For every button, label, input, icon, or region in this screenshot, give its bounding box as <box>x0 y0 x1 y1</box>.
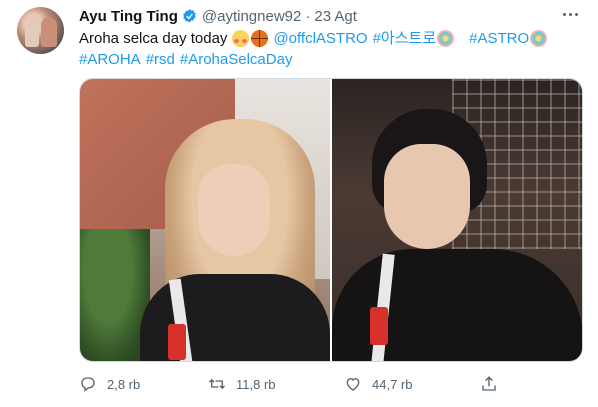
like-count: 44,7 rb <box>372 376 413 392</box>
reply-button[interactable]: 2,8 rb <box>79 372 140 396</box>
retweet-icon <box>209 378 225 390</box>
media-grid <box>79 78 583 362</box>
display-name[interactable]: Ayu Ting Ting <box>79 8 178 25</box>
photo-person <box>332 249 582 361</box>
hashtag-link[interactable]: #rsd <box>146 49 175 70</box>
handle[interactable]: @aytingnew92 <box>202 8 301 25</box>
share-icon <box>482 376 496 391</box>
avatar-figure <box>25 21 39 47</box>
retweet-button[interactable]: 11,8 rb <box>208 372 276 396</box>
flower-icon <box>530 30 548 47</box>
tweet-text: Aroha selca day today @offclASTRO #아스트로 … <box>79 28 579 70</box>
verified-badge-icon <box>183 8 196 23</box>
reply-count: 2,8 rb <box>107 376 141 392</box>
photo-detail <box>168 324 186 360</box>
tweet[interactable]: Ayu Ting Ting @aytingnew92 · 23 Agt Aroh… <box>0 0 598 407</box>
more-options-icon[interactable] <box>558 4 582 24</box>
share-button[interactable] <box>480 372 508 396</box>
reply-icon <box>81 377 95 392</box>
hashtag-link[interactable]: #ASTRO <box>469 28 529 49</box>
smiling-face-with-hearts-icon <box>232 30 250 47</box>
flower-icon <box>437 30 455 47</box>
photo-detail <box>370 307 388 345</box>
retweet-count: 11,8 rb <box>236 376 276 392</box>
heart-icon <box>346 378 360 391</box>
timestamp[interactable]: 23 Agt <box>314 8 357 25</box>
photo-right[interactable] <box>332 79 582 361</box>
tweet-body-text: Aroha selca day today <box>79 30 228 47</box>
basketball-icon <box>251 30 269 47</box>
tweet-header: Ayu Ting Ting @aytingnew92 · 23 Agt <box>79 6 357 26</box>
tweet-actions: 2,8 rb 11,8 rb 44,7 rb <box>79 372 509 396</box>
mention-link[interactable]: @offclASTRO <box>273 28 367 49</box>
photo-person <box>384 144 470 249</box>
photo-left[interactable] <box>80 79 330 361</box>
like-button[interactable]: 44,7 rb <box>344 372 412 396</box>
hashtag-link[interactable]: #아스트로 <box>373 28 437 49</box>
hashtag-link[interactable]: #AROHA <box>79 49 141 70</box>
separator: · <box>305 7 311 25</box>
avatar[interactable] <box>17 7 64 54</box>
avatar-figure <box>41 17 57 47</box>
tweet-text-line: #AROHA #rsd #ArohaSelcaDay <box>79 49 579 70</box>
photo-person <box>198 164 270 256</box>
hashtag-link[interactable]: #ArohaSelcaDay <box>180 49 293 70</box>
tweet-text-line: Aroha selca day today @offclASTRO #아스트로 … <box>79 28 579 49</box>
